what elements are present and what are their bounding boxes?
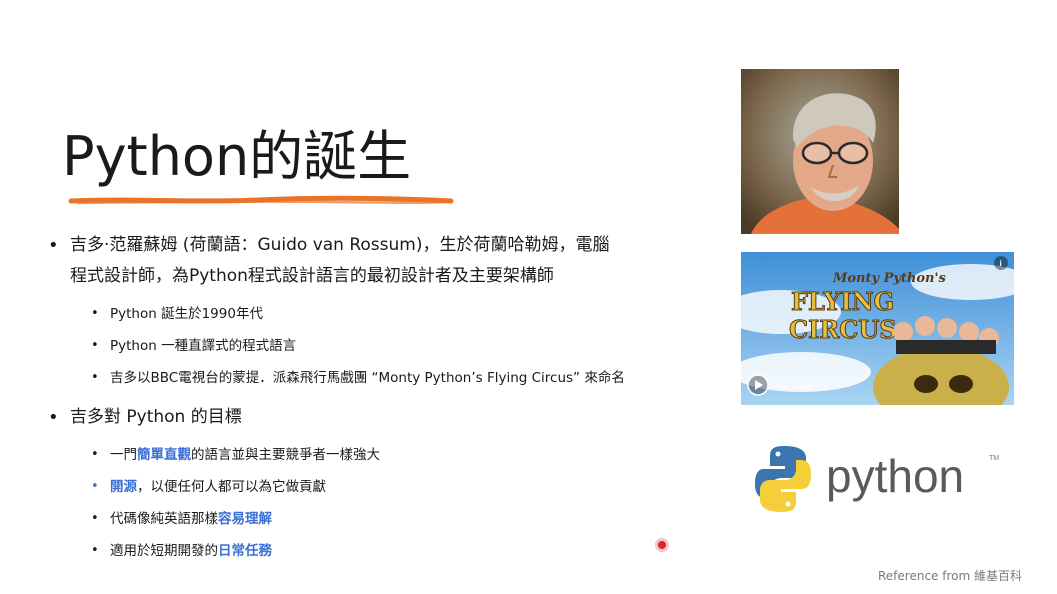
highlight-text: 簡單直觀 <box>137 447 191 463</box>
sub-bullet: Python 誕生於1990年代 <box>44 298 724 330</box>
sub-bullet: Python 一種直譯式的程式語言 <box>44 330 724 362</box>
video-title-line3: CIRCUS <box>789 315 897 344</box>
pointer-cursor-dot <box>658 541 666 549</box>
video-title-line2: FLYING <box>791 287 894 316</box>
video-title-line1: Monty Python's <box>832 271 946 286</box>
play-trailer-label: Play trailer <box>773 381 813 391</box>
python-snake-icon <box>755 446 811 512</box>
highlight-text: 開源 <box>110 479 137 495</box>
guido-portrait-image <box>741 69 899 234</box>
text: 一門 <box>110 447 137 463</box>
bullet-goals: 吉多對 Python 的目標 <box>44 402 724 433</box>
reference-note: Reference from 維基百科 <box>878 569 1022 583</box>
video-info-button[interactable]: i <box>994 256 1008 270</box>
sub-bullet: 適用於短期開發的日常任務 <box>44 535 724 567</box>
bullet-list: 吉多·范羅蘇姆 (荷蘭語：Guido van Rossum)，生於荷蘭哈勒姆，電… <box>44 230 724 567</box>
sub-bullet: 代碼像純英語那樣容易理解 <box>44 503 724 535</box>
text: 的語言並與主要競爭者一樣強大 <box>191 447 380 463</box>
bullet-guido-line2: 程式設計師，為Python程式設計語言的最初設計者及主要架構師 <box>70 266 554 286</box>
python-logo: python TM <box>755 446 999 512</box>
sub-bullet: 吉多以BBC電視台的蒙提．派森飛行馬戲團 “Monty Python’s Fly… <box>44 362 724 394</box>
python-logo-text: python <box>826 450 964 502</box>
text: 代碼像純英語那樣 <box>110 511 218 527</box>
text: 適用於短期開發的 <box>110 543 218 559</box>
sub-bullet: 開源，以便任何人都可以為它做貢獻 <box>44 471 724 503</box>
trademark-label: TM <box>989 455 999 462</box>
title-underline <box>68 195 454 205</box>
highlight-text: 日常任務 <box>218 543 272 559</box>
video-duration: 0:31 <box>817 385 829 391</box>
info-icon: i <box>1000 259 1002 268</box>
page-title: Python的誕生 <box>62 125 412 188</box>
highlight-text: 容易理解 <box>218 511 272 527</box>
monty-python-video-thumbnail[interactable]: Monty Python's FLYING CIRCUS Play traile… <box>741 252 1014 405</box>
bullet-guido-line1: 吉多·范羅蘇姆 (荷蘭語：Guido van Rossum)，生於荷蘭哈勒姆，電… <box>70 235 610 255</box>
slide: Python的誕生 吉多·范羅蘇姆 (荷蘭語：Guido van Rossum)… <box>0 0 1057 594</box>
text: ，以便任何人都可以為它做貢獻 <box>137 479 326 495</box>
sub-bullet: 一門簡單直觀的語言並與主要競爭者一樣強大 <box>44 439 724 471</box>
bullet-guido: 吉多·范羅蘇姆 (荷蘭語：Guido van Rossum)，生於荷蘭哈勒姆，電… <box>44 230 724 292</box>
